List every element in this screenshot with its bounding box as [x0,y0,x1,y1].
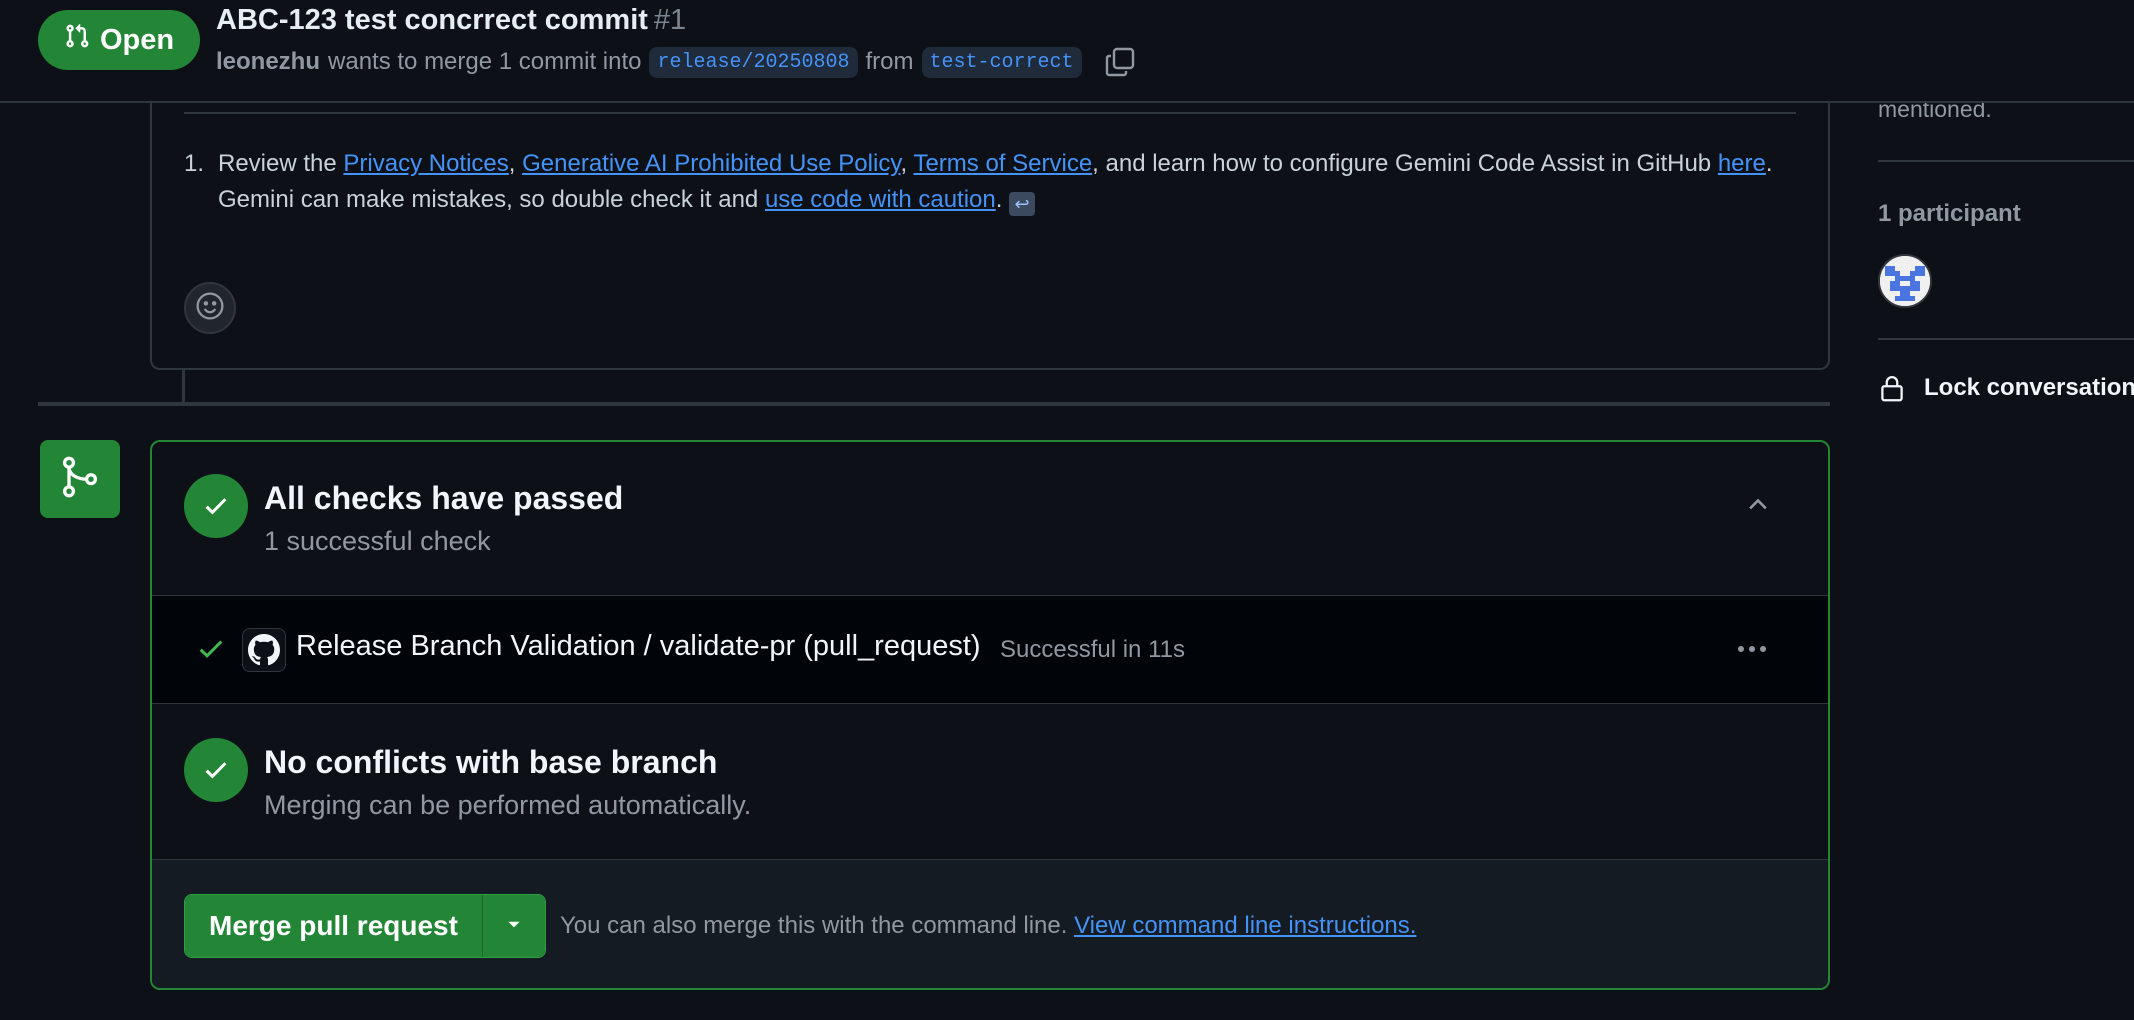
sidebar-divider [1878,160,2134,162]
lock-conversation-label: Lock conversation [1924,374,2134,401]
conflicts-title: No conflicts with base branch [264,744,718,780]
add-reaction-button[interactable] [184,282,236,334]
check-run-row[interactable]: Release Branch Validation / validate-pr … [152,596,1828,704]
privacy-notices-link[interactable]: Privacy Notices [343,150,508,177]
pr-title-text: ABC-123 test concrrect commit [216,4,648,36]
return-icon[interactable]: ↩ [1009,192,1036,216]
pr-state-label: Open [99,23,175,56]
git-merge-icon [58,452,102,507]
pr-meta: leonezhu wants to merge 1 commit into re… [216,44,1138,80]
git-pull-request-icon [64,21,90,59]
pr-author-link[interactable]: leonezhu [216,48,320,76]
terms-of-service-link[interactable]: Terms of Service [913,150,1092,177]
base-branch-link[interactable]: release/20250808 [649,46,858,78]
pr-from-text: from [865,48,914,75]
comment-comma: , [508,150,516,177]
merge-hint-text: You can also merge this with the command… [560,912,1068,939]
merge-status-icon-box [40,440,120,518]
sticky-header: Open ABC-123 test concrrect commit #1 leo… [0,0,2134,103]
smiley-icon [195,291,225,326]
pr-title: ABC-123 test concrrect commit #1 [216,4,686,37]
merge-box: All checks have passed 1 successful chec… [150,440,1830,990]
comment-ordered-list: 1. Review the Privacy Notices, Generativ… [184,146,1784,218]
merge-method-dropdown[interactable] [482,895,545,957]
check-run-name[interactable]: Release Branch Validation / validate-pr … [296,630,981,663]
gemini-comment-box: 1. Review the Privacy Notices, Generativ… [150,60,1830,370]
comment-period: . [995,186,1003,213]
participant-avatar[interactable] [1878,254,1932,308]
comment-comma: , [900,150,908,177]
merge-hint: You can also merge this with the command… [560,912,1416,940]
merge-pull-request-button[interactable]: Merge pull request [185,895,483,957]
chevron-up-icon[interactable] [1740,486,1776,522]
checks-title: All checks have passed [264,480,624,516]
conflicts-status: No conflicts with base branch Merging ca… [152,704,1828,860]
checks-summary: All checks have passed 1 successful chec… [152,442,1828,596]
timeline-divider [38,402,1830,406]
head-branch-link[interactable]: test-correct [921,46,1082,78]
copy-icon[interactable] [1102,44,1138,80]
triangle-down-icon [505,915,523,938]
pr-state-badge: Open [38,10,200,70]
conflicts-subtitle: Merging can be performed automatically. [264,790,752,820]
comment-divider [184,112,1796,114]
sidebar-divider [1878,338,2134,340]
list-item-number: 1. [184,150,205,177]
check-icon [196,634,226,664]
right-sidebar: mentioned. 1 participant Lock conversati… [1878,0,2134,1020]
merge-button-group: Merge pull request [184,894,546,958]
check-icon [184,474,248,538]
check-icon [184,738,248,802]
comment-text-learn: , and learn how to configure Gemini Code… [1092,150,1712,177]
command-line-instructions-link[interactable]: View command line instructions. [1074,912,1416,939]
pr-meta-text: wants to merge 1 commit into [328,48,642,75]
lock-conversation-button[interactable]: Lock conversation [1878,372,2134,404]
check-run-status: Successful in 11s [1000,636,1185,663]
ai-policy-link[interactable]: Generative AI Prohibited Use Policy [522,150,900,177]
comment-text-review: Review the [218,150,337,177]
pr-number: #1 [653,4,687,36]
use-code-with-caution-link[interactable]: use code with caution [765,186,996,213]
lock-icon [1878,372,1906,404]
participants-heading: 1 participant [1878,200,2021,227]
merge-actions: Merge pull request You can also merge th… [152,860,1828,988]
here-link[interactable]: here [1718,150,1766,177]
checks-subtitle: 1 successful check [264,526,491,556]
kebab-icon[interactable] [1732,634,1772,664]
list-item: Review the Privacy Notices, Generative A… [184,146,1784,218]
timeline-line [182,370,185,402]
github-icon [242,628,286,672]
